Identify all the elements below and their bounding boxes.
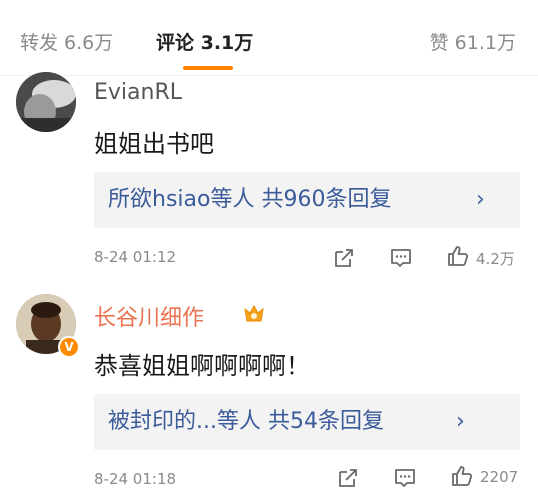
tab-reposts[interactable]: 转发 6.6万: [20, 28, 113, 55]
comment-timestamp: 8-24 01:18: [94, 470, 177, 488]
avatar-image: [16, 72, 76, 132]
chevron-right-icon: ›: [456, 409, 465, 434]
chevron-right-icon: ›: [476, 187, 485, 212]
reply-summary-label: 所欲hsiao等人 共960条回复: [108, 187, 392, 212]
avatar[interactable]: V: [16, 294, 80, 358]
like-icon[interactable]: [450, 464, 474, 488]
comment-tabs: 转发 6.6万 评论 3.1万 赞 61.1万: [0, 0, 538, 76]
comment-icon[interactable]: [393, 466, 417, 490]
comment-username[interactable]: EvianRL: [94, 80, 182, 105]
tab-comments[interactable]: 评论 3.1万: [156, 28, 253, 55]
comment-timestamp: 8-24 01:12: [94, 248, 177, 266]
avatar[interactable]: [16, 72, 76, 132]
share-icon[interactable]: [336, 466, 360, 490]
like-icon[interactable]: [446, 244, 470, 268]
like-count: 4.2万: [476, 250, 515, 268]
vip-crown-icon[interactable]: [242, 301, 266, 325]
comment-text: 恭喜姐姐啊啊啊啊！: [94, 352, 310, 380]
tab-likes[interactable]: 赞 61.1万: [430, 28, 516, 55]
reply-summary-button[interactable]: 被封印的...等人 共54条回复 ›: [94, 394, 520, 450]
verified-badge-icon: V: [58, 336, 80, 358]
comment-username[interactable]: 长谷川细作: [94, 300, 204, 332]
reply-summary-label: 被封印的...等人 共54条回复: [108, 409, 384, 434]
like-count: 2207: [480, 468, 519, 486]
active-tab-indicator: [183, 66, 233, 70]
share-icon[interactable]: [332, 246, 356, 270]
comment-icon[interactable]: [389, 246, 413, 270]
reply-summary-button[interactable]: 所欲hsiao等人 共960条回复 ›: [94, 172, 520, 228]
comment-text: 姐姐出书吧: [94, 130, 214, 158]
